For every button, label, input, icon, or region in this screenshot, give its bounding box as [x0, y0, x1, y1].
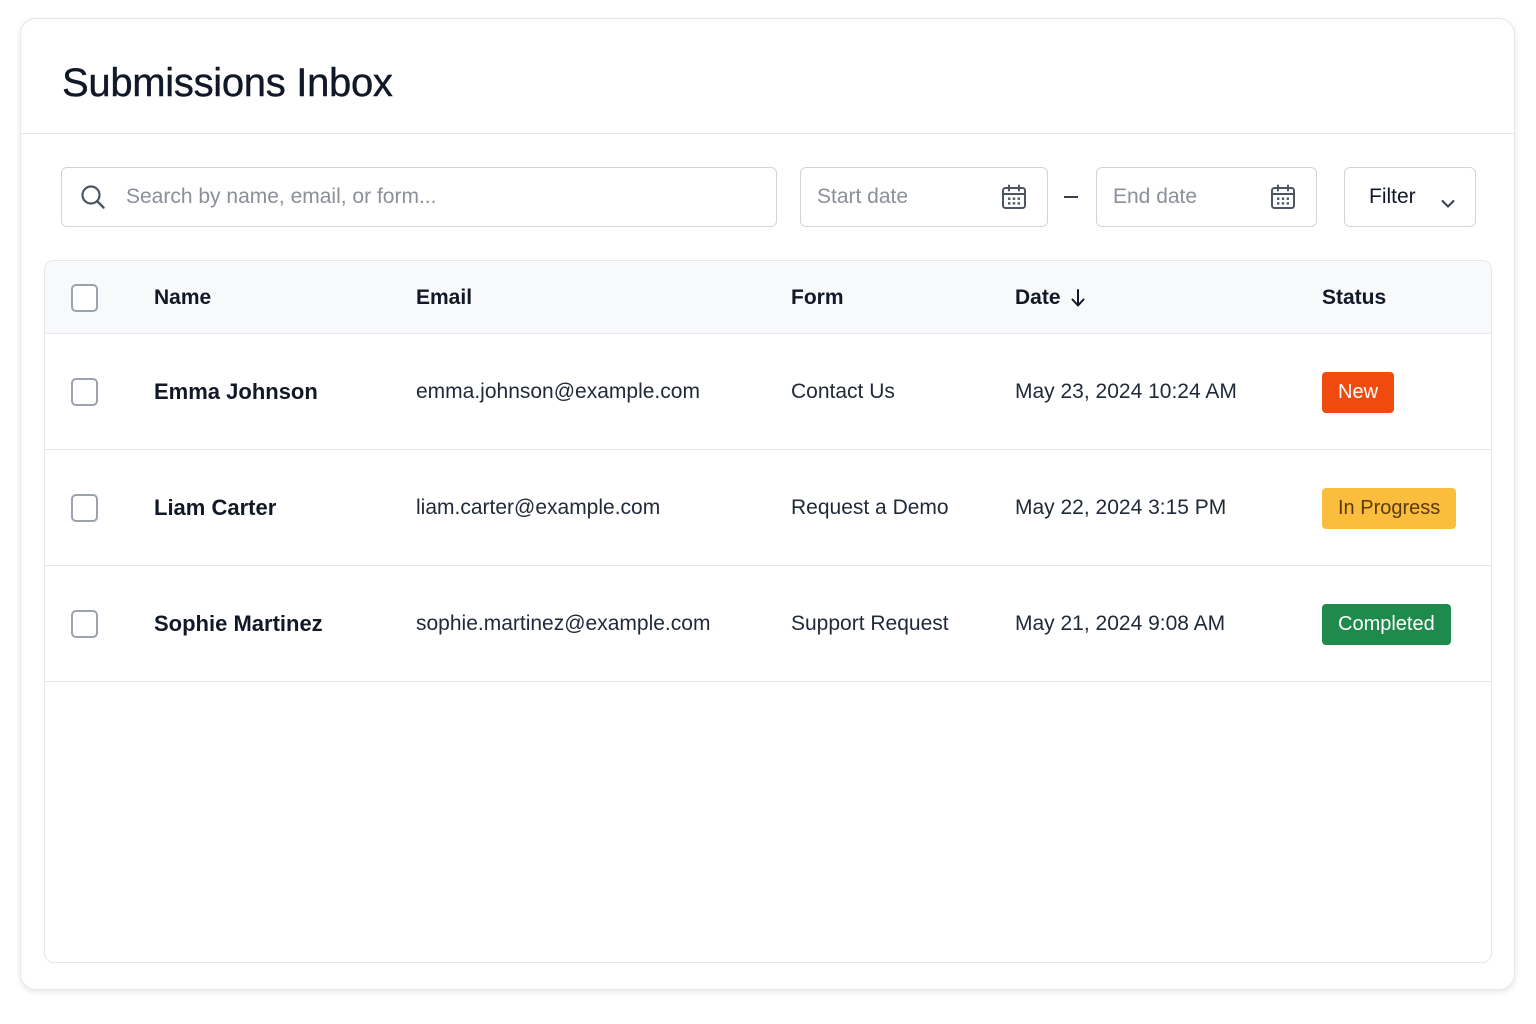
calendar-icon[interactable] — [1001, 184, 1027, 215]
submission-date: May 23, 2024 10:24 AM — [1015, 380, 1237, 403]
row-select-cell — [71, 334, 98, 450]
column-header-date[interactable]: Date — [1015, 261, 1087, 334]
column-header-date-label: Date — [1015, 285, 1061, 309]
start-date-input[interactable] — [817, 168, 987, 226]
submitter-email: liam.carter@example.com — [416, 496, 661, 519]
card-header: Submissions Inbox — [21, 19, 1514, 134]
status-cell: New — [1322, 334, 1395, 450]
submitter-name[interactable]: Emma Johnson — [154, 334, 318, 450]
submitter-email: emma.johnson@example.com — [416, 380, 700, 403]
submission-date: May 21, 2024 9:08 AM — [1015, 612, 1226, 635]
table-row[interactable]: Emma Johnson emma.johnson@example.com Co… — [45, 334, 1491, 450]
row-checkbox[interactable] — [71, 494, 98, 522]
form-name: Request a Demo — [791, 496, 949, 519]
select-all-cell — [71, 261, 98, 334]
status-cell: In Progress — [1322, 450, 1457, 566]
status-badge: Completed — [1322, 603, 1451, 645]
table-row[interactable]: Liam Carter liam.carter@example.com Requ… — [45, 450, 1491, 566]
row-select-cell — [71, 450, 98, 566]
form-name: Contact Us — [791, 380, 895, 403]
date-range-separator — [1064, 196, 1078, 198]
submitter-email: sophie.martinez@example.com — [416, 612, 711, 635]
status-cell: Completed — [1322, 566, 1451, 682]
filter-button[interactable]: Filter — [1344, 167, 1476, 227]
row-checkbox[interactable] — [71, 610, 98, 638]
column-header-email[interactable]: Email — [416, 261, 472, 334]
table-header: Name Email Form Date Status — [45, 261, 1491, 334]
table-row[interactable]: Sophie Martinez sophie.martinez@example.… — [45, 566, 1491, 682]
search-box[interactable] — [61, 167, 777, 227]
toolbar: Filter — [61, 167, 1476, 227]
column-header-form[interactable]: Form — [791, 261, 844, 334]
submissions-table: Name Email Form Date Status Emma Johnson… — [44, 260, 1492, 963]
status-badge: New — [1322, 371, 1395, 413]
row-select-cell — [71, 566, 98, 682]
submission-date: May 22, 2024 3:15 PM — [1015, 496, 1227, 519]
column-header-status[interactable]: Status — [1322, 261, 1386, 334]
start-date-field[interactable] — [800, 167, 1048, 227]
table-body: Emma Johnson emma.johnson@example.com Co… — [45, 334, 1491, 682]
select-all-checkbox[interactable] — [71, 283, 98, 312]
filter-button-label: Filter — [1369, 185, 1416, 208]
end-date-input[interactable] — [1113, 168, 1283, 226]
search-icon — [80, 184, 106, 215]
calendar-icon[interactable] — [1270, 184, 1296, 215]
column-header-name[interactable]: Name — [154, 261, 211, 334]
search-input[interactable] — [126, 168, 756, 226]
status-badge: In Progress — [1322, 487, 1457, 529]
end-date-field[interactable] — [1096, 167, 1317, 227]
page-title: Submissions Inbox — [62, 60, 393, 105]
chevron-down-icon — [1441, 191, 1455, 215]
arrow-down-icon — [1069, 288, 1087, 308]
submissions-card: Submissions Inbox Search by name, email,… — [20, 18, 1515, 990]
submitter-name[interactable]: Sophie Martinez — [154, 566, 323, 682]
submitter-name[interactable]: Liam Carter — [154, 450, 276, 566]
row-checkbox[interactable] — [71, 378, 98, 406]
form-name: Support Request — [791, 612, 949, 635]
